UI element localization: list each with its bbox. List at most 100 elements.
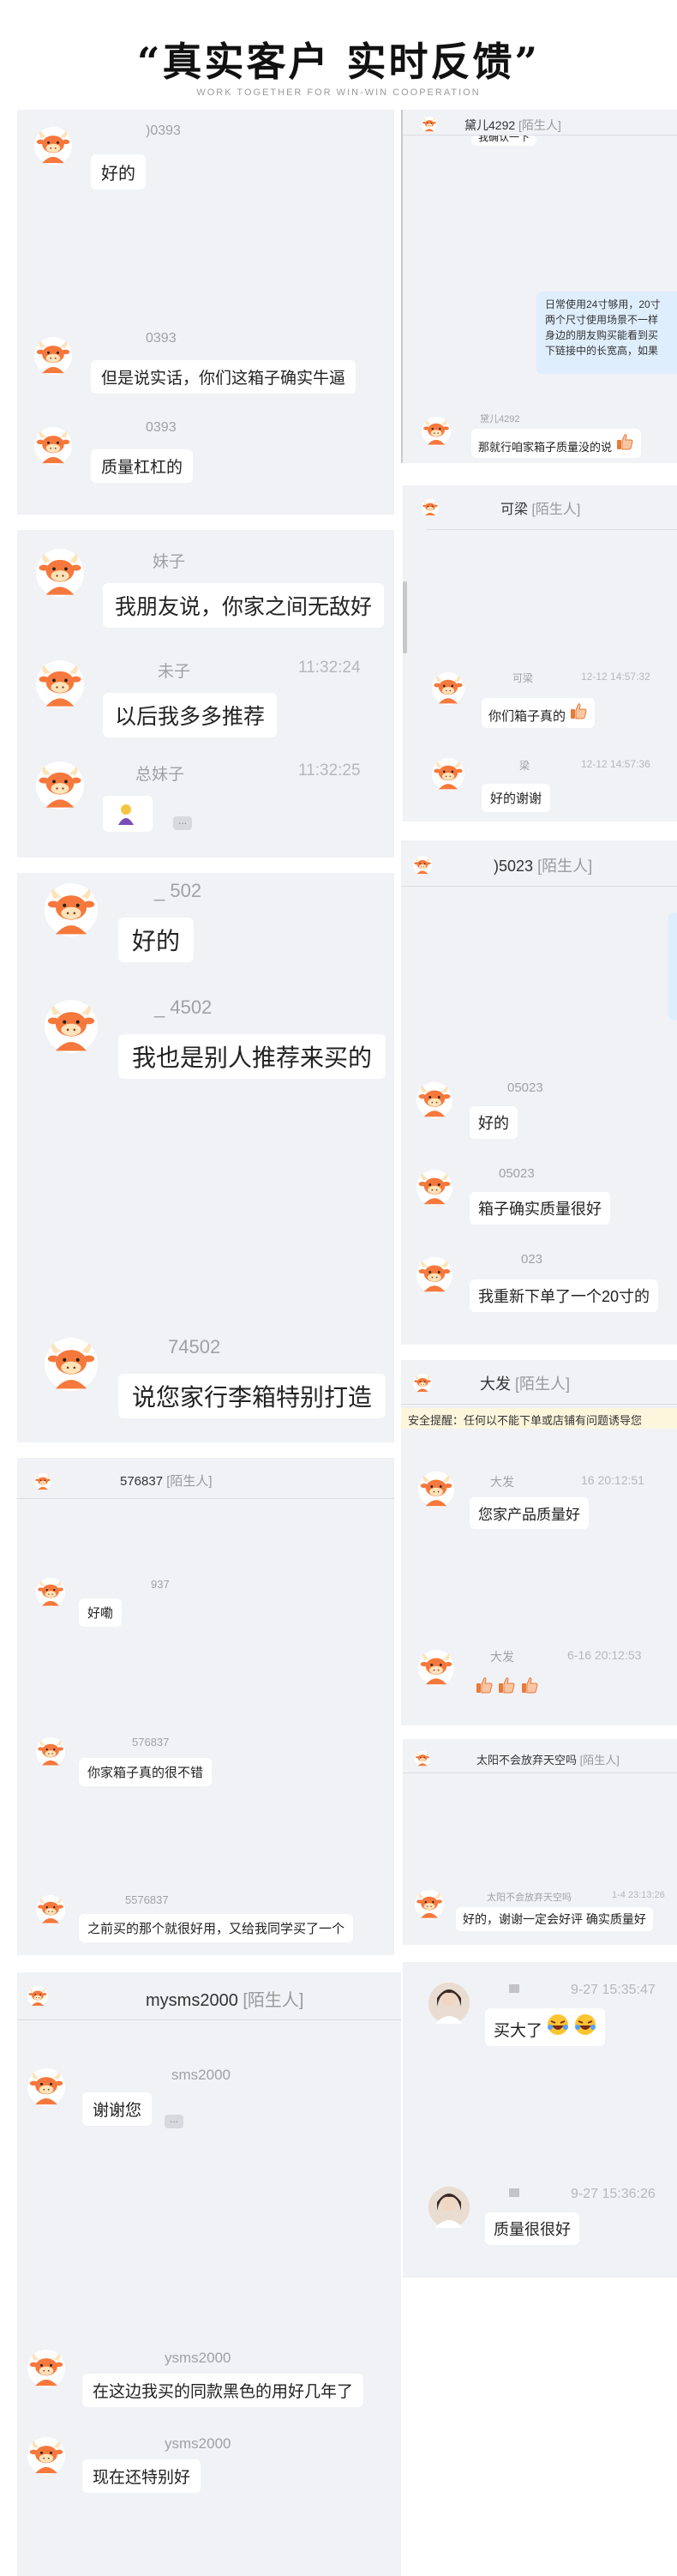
laughing-emoji-icon [574,2013,596,2041]
message-bubble: 你家箱子真的很不错 [79,1758,213,1786]
chat-topbar: )5023 [陌生人] [401,840,677,887]
message-bubble: 好的 [91,154,146,190]
message-bubble: 好的谢谢 [482,784,551,812]
contact-name-text: 576837 [120,1474,164,1489]
message-text: 你们箱子真的 [488,709,566,724]
contact-name: 576837 [陌生人] [120,1472,213,1490]
chat-panel-1: )0393 好的 0393 但是说实话，你们这箱子确实牛逼 0393 质量杠杠的 [17,110,394,515]
message-bubble: 好的 [118,918,195,962]
more-icon[interactable]: ... [165,2114,183,2128]
avatar [432,672,464,705]
sender-name: sms2000 [171,2067,231,2083]
avatar [34,127,72,165]
sender-name: 05023 [499,1166,535,1181]
message-bubble-reply [668,912,677,1020]
contact-name-text: 大发 [480,1375,511,1393]
contact-tag: [陌生人] [515,1375,571,1393]
chat-panel-r4: 大发 [陌生人] 安全提醒：任何以不能下单或店铺有问题诱导您 大发 16 20:… [401,1360,677,1725]
sender-name: 0393 [146,331,177,346]
sender-name: _ 4502 [154,996,213,1018]
contact-tag: [陌生人] [531,503,581,517]
avatar [415,1751,430,1766]
reply-line: 下链接中的长宽高，如果 [545,345,659,357]
avatar [413,1374,432,1393]
message-text: 买大了 [494,2022,543,2040]
chat-panel-r3: )5023 [陌生人] 05023 好的 05023 箱子确实质量很好 023 … [401,840,677,1345]
avatar [422,499,439,516]
chat-panel-4: 576837 [陌生人] 937 好嘞 576837 你家箱子真的很不错 557… [17,1458,394,1955]
chat-panel-3: _ 502 好的 _ 4502 我也是别人推荐来买的 74502 说您家行李箱特… [17,873,394,1442]
sender-name: 梁 [519,760,530,772]
avatar [45,1000,98,1053]
contact-name: 大发 [陌生人] [480,1372,570,1394]
message-time: 9-27 15:36:26 [571,2187,656,2201]
sender-name: 大发 [490,1650,514,1664]
avatar [36,660,84,708]
message-bubble: 我也是别人推荐来买的 [118,1034,386,1079]
message-time: 11:32:24 [298,659,361,677]
message-bubble: 质量很很好 [485,2212,579,2245]
avatar [36,1737,65,1766]
avatar [416,1082,452,1118]
contact-name-text: 太阳不会放弃天空吗 [476,1754,578,1766]
sender-name: 576837 [132,1736,170,1748]
sender-name: 总妹子 [135,766,185,784]
reply-line: 日常使用24寸够用，20寸 [545,298,661,310]
chat-topbar: 黛儿4292 [陌生人] [403,110,677,135]
page-subtitle: WORK TOGETHER FOR WIN-WIN COOPERATION [196,87,481,98]
contact-name-text: )5023 [494,858,534,875]
message-bubble: 好的，谢谢一定会好评 确实质量好 [456,1907,653,1931]
message-bubble-reply: 日常使用24寸够用，20寸 两个尺寸使用场景不一样 身边的朋友购买能看到买 下链… [536,292,677,374]
chat-panel-r1: 黛儿4292 [陌生人] 我确认一下 日常使用24寸够用，20寸 两个尺寸使用场… [401,110,677,463]
avatar [422,417,451,446]
message-time: 12-12 14:57:32 [581,671,650,683]
thumbs-up-icon [475,1676,494,1699]
message-bubble: 在这边我买的同款黑色的用好几年了 [82,2374,364,2407]
avatar [418,1650,454,1686]
message-bubble: 谢谢您 [82,2092,153,2126]
contact-name: 太阳不会放弃天空吗 [陌生人] [476,1751,620,1767]
avatar [422,117,437,132]
sender-name: 可梁 [512,672,534,684]
contact-name: mysms2000 [陌生人] [146,1986,304,2011]
security-warning: 安全提醒：任何以不能下单或店铺有问题诱导您 [401,1408,677,1429]
avatar [27,1986,48,2007]
avatar [34,337,72,375]
contact-tag: [陌生人] [579,1754,620,1766]
reply-line: 两个尺寸使用场景不一样 [545,314,659,326]
avatar [36,1895,65,1924]
sender-name: 74502 [168,1336,221,1357]
avatar [432,758,464,791]
avatar [36,549,84,597]
avatar [418,1472,454,1508]
avatar [416,1170,452,1206]
contact-name: 黛儿4292 [陌生人] [464,117,561,134]
sender-name: 黛儿4292 [480,414,520,424]
avatar [45,883,98,936]
message-time: 1-4 23:13:26 [612,1890,665,1900]
avatar-photo [428,1983,470,2024]
chat-topbar: 大发 [陌生人] [401,1360,677,1405]
sender-name: 大发 [490,1475,514,1489]
sender-name: 023 [521,1252,543,1267]
sender-name: 5576837 [125,1893,169,1906]
scrollbar[interactable] [403,581,407,653]
sender-name: 妹子 [153,553,186,571]
chat-topbar: 可梁 [陌生人] [422,485,677,530]
sender-name: ysms2000 [165,2435,231,2452]
message-bubble: 质量杠杠的 [91,449,194,483]
chat-topbar: 576837 [陌生人] [17,1458,394,1499]
sender-name: )0393 [146,123,181,138]
chat-panel-r5: 太阳不会放弃天空吗 [陌生人] 太阳不会放弃天空吗 1-4 23:13:26 好… [403,1739,677,1945]
sender-name: ysms2000 [165,2350,231,2366]
avatar [45,1338,98,1391]
message-time: 12-12 14:57:36 [581,758,650,770]
avatar [27,2068,65,2106]
thumbs-up-icon [497,1676,516,1699]
message-bubble: 买大了 [485,2008,605,2046]
sender-name: 937 [151,1578,170,1591]
contact-tag: [陌生人] [537,858,593,875]
avatar [413,856,432,875]
message-bubble: 现在还特别好 [82,2459,201,2493]
more-icon[interactable]: ... [173,816,192,830]
